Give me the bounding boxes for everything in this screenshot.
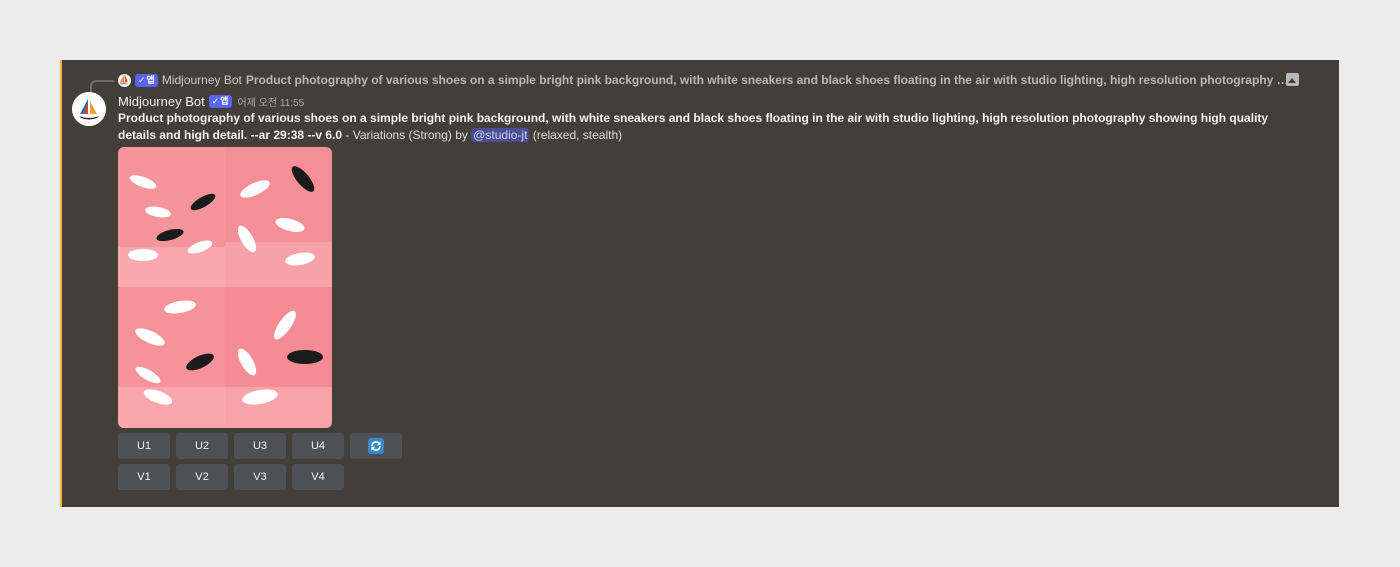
variation-buttons: V1 V2 V3 V4: [118, 464, 344, 490]
message-content: Product photography of various shoes on …: [118, 110, 1298, 144]
variation-button-1[interactable]: V1: [118, 464, 170, 490]
upscale-buttons: U1 U2 U3 U4: [118, 433, 402, 459]
refresh-icon: [368, 438, 384, 454]
variation-button-2[interactable]: V2: [176, 464, 228, 490]
reply-text[interactable]: Product photography of various shoes on …: [246, 73, 1291, 87]
reply-author[interactable]: Midjourney Bot: [162, 73, 242, 87]
screenshot-frame: ⛵ ✓ 앱 Midjourney Bot Product photography …: [0, 0, 1400, 567]
grid-image-4[interactable]: [225, 287, 332, 428]
upscale-button-4[interactable]: U4: [292, 433, 344, 459]
variation-button-4[interactable]: V4: [292, 464, 344, 490]
mode-label: (relaxed, stealth): [529, 128, 623, 142]
grid-image-3[interactable]: [118, 287, 225, 428]
reply-reference[interactable]: ⛵ ✓ 앱 Midjourney Bot Product photography …: [118, 72, 1308, 88]
timestamp: 어제 오전 11:55: [237, 97, 305, 109]
app-badge: ✓ 앱: [208, 94, 232, 108]
image-grid[interactable]: [118, 147, 332, 428]
app-badge: ✓ 앱: [135, 73, 158, 87]
variation-label: - Variations (Strong) by: [342, 128, 472, 142]
reply-avatar-icon: ⛵: [118, 73, 131, 87]
grid-image-2[interactable]: [225, 147, 332, 287]
author-name[interactable]: Midjourney Bot: [118, 94, 205, 109]
upscale-button-3[interactable]: U3: [234, 433, 286, 459]
user-mention[interactable]: @studio-jt: [471, 128, 530, 142]
upscale-button-2[interactable]: U2: [176, 433, 228, 459]
prompt-text: Product photography of various shoes on …: [118, 111, 1269, 142]
reroll-button[interactable]: [350, 433, 402, 459]
variation-button-3[interactable]: V3: [234, 464, 286, 490]
image-icon: [1286, 73, 1299, 86]
avatar[interactable]: [72, 92, 106, 126]
message-header: Midjourney Bot ✓ 앱 어제 오전 11:55: [118, 92, 304, 110]
chat-message: ⛵ ✓ 앱 Midjourney Bot Product photography …: [60, 60, 1339, 507]
upscale-button-1[interactable]: U1: [118, 433, 170, 459]
grid-image-1[interactable]: [118, 147, 225, 287]
sailboat-icon: [72, 92, 106, 126]
